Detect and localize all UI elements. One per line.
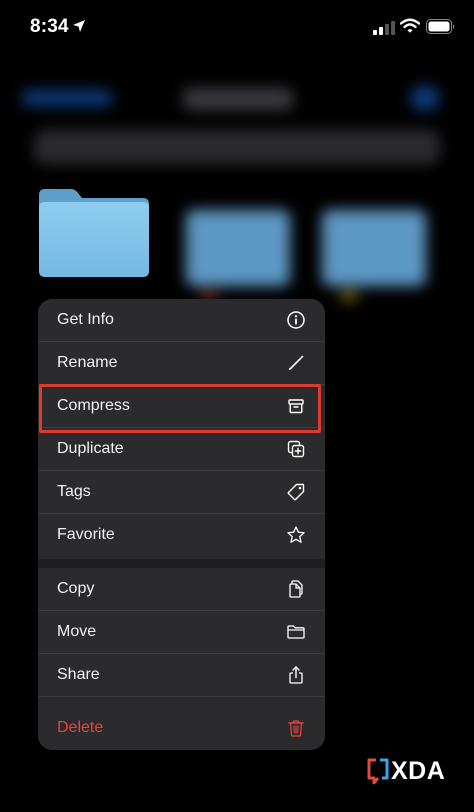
star-icon bbox=[287, 526, 305, 543]
menu-item-label: Delete bbox=[57, 719, 104, 736]
folder-outline-icon bbox=[287, 625, 305, 639]
trash-icon bbox=[288, 720, 304, 737]
xda-logo-icon bbox=[367, 758, 389, 785]
copy-documents-icon bbox=[289, 580, 303, 598]
menu-item-rename[interactable]: Rename bbox=[38, 342, 325, 385]
folder-icon bbox=[39, 189, 149, 277]
menu-item-label: Tags bbox=[57, 483, 91, 500]
menu-item-label: Get Info bbox=[57, 311, 114, 328]
location-arrow-icon bbox=[73, 20, 85, 32]
menu-item-duplicate[interactable]: Duplicate bbox=[38, 428, 325, 471]
menu-item-move[interactable]: Move bbox=[38, 611, 325, 654]
menu-item-share[interactable]: Share bbox=[38, 654, 325, 697]
menu-item-label: Rename bbox=[57, 354, 118, 371]
info-circle-icon bbox=[287, 311, 305, 329]
compress-highlight-box bbox=[39, 384, 321, 433]
menu-item-delete[interactable]: Delete bbox=[38, 707, 325, 750]
blurred-tag-dot bbox=[340, 292, 358, 300]
menu-item-copy[interactable]: Copy bbox=[38, 568, 325, 611]
share-icon bbox=[289, 666, 303, 684]
status-time: 8:34 bbox=[30, 16, 69, 37]
blurred-folder bbox=[322, 210, 426, 286]
tag-icon bbox=[287, 483, 305, 501]
xda-watermark-text: XDA bbox=[391, 757, 446, 785]
cellular-signal-icon bbox=[373, 21, 395, 35]
menu-item-label: Move bbox=[57, 623, 97, 640]
blurred-title bbox=[183, 88, 293, 110]
blurred-folder bbox=[186, 210, 290, 286]
pencil-icon bbox=[288, 355, 304, 371]
menu-item-get-info[interactable]: Get Info bbox=[38, 299, 325, 342]
status-bar: 8:34 bbox=[0, 0, 474, 56]
menu-item-label: Share bbox=[57, 666, 100, 683]
menu-group-separator bbox=[38, 559, 325, 568]
xda-watermark: XDA bbox=[366, 756, 462, 786]
menu-item-label: Copy bbox=[57, 580, 95, 597]
context-menu: Get Info Rename Compress Duplicate Tags … bbox=[38, 299, 325, 750]
wifi-icon bbox=[400, 18, 420, 33]
menu-item-label: Favorite bbox=[57, 526, 115, 543]
menu-item-favorite[interactable]: Favorite bbox=[38, 514, 325, 557]
blurred-back-button bbox=[22, 90, 112, 106]
menu-item-tags[interactable]: Tags bbox=[38, 471, 325, 514]
menu-item-label: Duplicate bbox=[57, 440, 124, 457]
blurred-more-button bbox=[410, 86, 440, 110]
battery-icon bbox=[426, 19, 455, 34]
blurred-search-bar bbox=[34, 130, 440, 164]
duplicate-icon bbox=[287, 440, 305, 458]
